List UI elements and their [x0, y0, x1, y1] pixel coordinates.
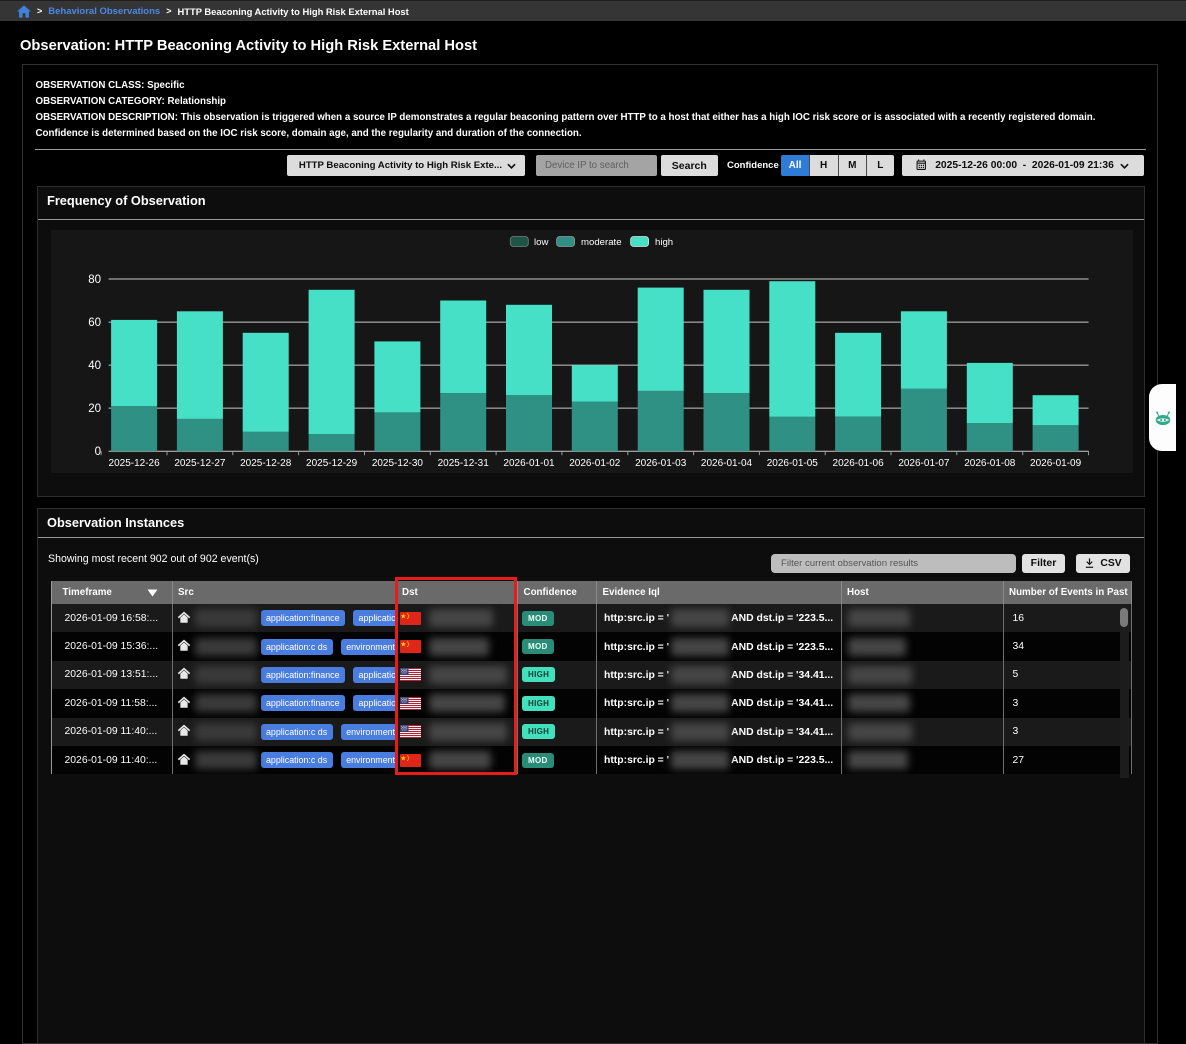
svg-text:2026-01-02: 2026-01-02 — [569, 458, 621, 469]
svg-text:2026-01-05: 2026-01-05 — [767, 458, 819, 469]
svg-text:0: 0 — [95, 446, 101, 458]
svg-text:2026-01-06: 2026-01-06 — [833, 458, 885, 469]
svg-text:moderate: moderate — [581, 237, 622, 248]
svg-text:40: 40 — [88, 360, 101, 372]
svg-text:2025-12-26: 2025-12-26 — [109, 458, 161, 469]
svg-text:2026-01-03: 2026-01-03 — [635, 458, 687, 469]
svg-text:80: 80 — [88, 274, 101, 286]
svg-text:2026-01-08: 2026-01-08 — [964, 458, 1016, 469]
svg-text:high: high — [655, 237, 673, 248]
svg-text:20: 20 — [88, 403, 101, 415]
svg-text:2026-01-09: 2026-01-09 — [1030, 458, 1082, 469]
svg-text:2026-01-01: 2026-01-01 — [503, 458, 555, 469]
svg-text:2026-01-07: 2026-01-07 — [898, 458, 950, 469]
svg-text:low: low — [534, 237, 548, 248]
svg-text:2025-12-31: 2025-12-31 — [438, 458, 490, 469]
svg-text:2026-01-04: 2026-01-04 — [701, 458, 753, 469]
svg-text:2025-12-27: 2025-12-27 — [174, 458, 226, 469]
svg-text:60: 60 — [88, 317, 101, 329]
svg-text:2025-12-30: 2025-12-30 — [372, 458, 424, 469]
svg-text:2025-12-29: 2025-12-29 — [306, 458, 358, 469]
svg-text:2025-12-28: 2025-12-28 — [240, 458, 292, 469]
